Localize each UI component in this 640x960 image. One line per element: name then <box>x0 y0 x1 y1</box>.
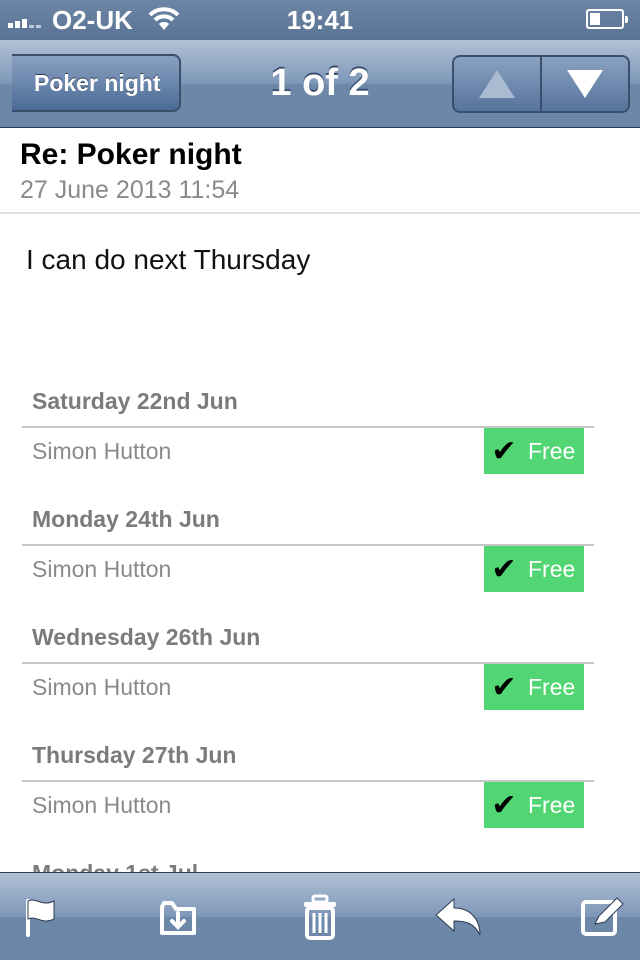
flag-icon <box>26 899 55 937</box>
free-badge: ✔ Free <box>484 782 584 828</box>
compose-icon <box>581 897 624 936</box>
move-to-folder-icon <box>160 901 196 935</box>
status-bar: O2-UK 19:41 <box>0 0 640 40</box>
status-label: Free <box>528 791 576 818</box>
compose-button[interactable] <box>576 891 628 943</box>
message-body: I can do next Thursday <box>26 244 311 275</box>
flag-button[interactable] <box>14 891 66 943</box>
schedule-day: Thursday 27th Jun Simon Hutton ✔ Free <box>22 734 594 852</box>
checkmark-icon: ✔ <box>491 788 517 822</box>
trash-icon <box>304 894 336 940</box>
clock: 19:41 <box>286 5 354 35</box>
message-subject: Re: Poker night <box>20 138 242 171</box>
back-button-label: Poker night <box>34 69 161 96</box>
arrow-down-icon <box>567 70 603 98</box>
message-position: 1 of 2 <box>270 62 370 104</box>
move-button[interactable] <box>152 891 204 943</box>
checkmark-icon: ✔ <box>491 434 517 468</box>
person-name: Simon Hutton <box>32 556 172 582</box>
status-label: Free <box>528 673 576 700</box>
person-name: Simon Hutton <box>32 792 172 818</box>
message-date: 27 June 2013 11:54 <box>20 176 240 204</box>
person-name: Simon Hutton <box>32 438 172 464</box>
person-name: Simon Hutton <box>32 674 172 700</box>
bottom-toolbar <box>0 872 640 960</box>
previous-message-button[interactable] <box>454 57 540 111</box>
navigation-bar: Poker night 1 of 2 <box>0 40 640 128</box>
message-header: Re: Poker night 27 June 2013 11:54 <box>0 128 640 214</box>
checkmark-icon: ✔ <box>491 670 517 704</box>
battery-icon <box>586 9 628 29</box>
schedule-day: Monday 1st Jul <box>22 852 594 872</box>
schedule-day: Saturday 22nd Jun Simon Hutton ✔ Free <box>22 380 594 498</box>
day-heading: Thursday 27th Jun <box>22 734 594 782</box>
back-button[interactable]: Poker night <box>12 54 181 112</box>
free-badge: ✔ Free <box>484 546 584 592</box>
day-heading: Wednesday 26th Jun <box>22 616 594 664</box>
arrow-up-icon <box>479 70 515 98</box>
schedule-day: Monday 24th Jun Simon Hutton ✔ Free <box>22 498 594 616</box>
delete-button[interactable] <box>294 891 346 943</box>
checkmark-icon: ✔ <box>491 552 517 586</box>
day-heading: Monday 1st Jul <box>22 852 594 872</box>
schedule-day: Wednesday 26th Jun Simon Hutton ✔ Free <box>22 616 594 734</box>
reply-icon <box>435 897 481 936</box>
next-message-button[interactable] <box>540 57 628 111</box>
status-label: Free <box>528 437 576 464</box>
availability-schedule: Saturday 22nd Jun Simon Hutton ✔ Free Mo… <box>22 380 594 872</box>
reply-button[interactable] <box>432 891 484 943</box>
status-label: Free <box>528 555 576 582</box>
message-navigation-control <box>452 55 630 113</box>
free-badge: ✔ Free <box>484 664 584 710</box>
free-badge: ✔ Free <box>484 428 584 474</box>
day-heading: Saturday 22nd Jun <box>22 380 594 428</box>
day-heading: Monday 24th Jun <box>22 498 594 546</box>
